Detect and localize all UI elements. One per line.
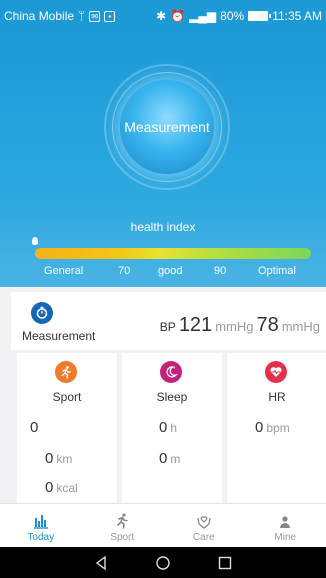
distance-unit: km [56, 452, 73, 466]
diastolic-unit: mmHg [281, 319, 320, 334]
recent-apps-icon[interactable] [217, 555, 233, 571]
diastolic-value: 78 [256, 314, 279, 336]
sleep-minutes: 0 m [159, 450, 180, 467]
scale-label-70: 70 [118, 265, 131, 277]
tab-today-label: Today [27, 532, 55, 543]
systolic-unit: mmHg [215, 319, 254, 334]
tab-mine[interactable]: Mine [245, 504, 326, 547]
minutes-value: 0 [159, 450, 168, 467]
sport-distance: 0 km [45, 450, 72, 467]
heart-pulse-icon [265, 361, 287, 383]
sport-title: Sport [52, 390, 82, 404]
notification-icons: ᛘ ✉ ▪ [78, 9, 116, 23]
health-index-label: health index [130, 220, 196, 234]
measurement-label: Measurement [22, 329, 96, 343]
orb-label: Measurement [124, 119, 210, 135]
clock: 11:35 AM [272, 9, 322, 23]
status-right: ✱ ⏰ ▂▄▆ 80% 11:35 AM [156, 9, 322, 23]
sport-steps: 0 [30, 419, 38, 436]
tab-sport[interactable]: Sport [82, 504, 164, 547]
bar-chart-icon [33, 515, 48, 529]
sleep-card[interactable]: Sleep 0 h 0 m [122, 353, 222, 503]
bottom-tab-bar: Today Sport Care Mine [0, 503, 326, 547]
battery-percent: 80% [220, 9, 245, 23]
scale-label-good: good [158, 265, 183, 277]
tab-care[interactable]: Care [163, 504, 245, 547]
measurement-orb-button[interactable]: Measurement [120, 80, 214, 174]
steps-value: 0 [30, 419, 39, 436]
hr-card[interactable]: HR 0 bpm [227, 353, 326, 503]
hours-value: 0 [159, 419, 168, 436]
alarm-icon: ⏰ [170, 9, 186, 23]
tab-mine-label: Mine [274, 532, 297, 543]
systolic-value: 121 [178, 314, 213, 336]
tab-sport-label: Sport [110, 532, 135, 543]
image-icon: ▪ [104, 10, 116, 22]
tab-today[interactable]: Today [0, 504, 82, 547]
scale-label-optimal: Optimal [258, 265, 296, 277]
distance-value: 0 [45, 450, 54, 467]
health-index-marker [32, 237, 38, 245]
calories-unit: kcal [56, 481, 78, 495]
sport-calories: 0 kcal [45, 479, 78, 496]
signal-icon: ▂▄▆ [189, 9, 217, 23]
hr-reading: 0 bpm [255, 419, 290, 436]
health-hero: Measurement health index General 70 good… [0, 32, 326, 287]
home-icon[interactable] [155, 555, 171, 571]
hours-unit: h [170, 421, 178, 435]
carrier-name: China Mobile [4, 9, 75, 23]
sleep-hours: 0 h [159, 419, 177, 436]
scale-labels: General 70 good 90 Optimal [0, 265, 326, 279]
minutes-unit: m [170, 452, 181, 466]
measurement-card[interactable]: Measurement BP 121 mmHg 78 mmHg [11, 292, 326, 350]
calories-value: 0 [45, 479, 54, 496]
bluetooth-icon: ✱ [156, 9, 167, 23]
running-icon [55, 361, 77, 383]
battery-icon [248, 11, 272, 21]
health-index-scale [35, 248, 311, 259]
message-icon: ✉ [89, 10, 101, 22]
blood-pressure-readout: BP 121 mmHg 78 mmHg [160, 314, 320, 337]
sport-card[interactable]: Sport 0 0 km 0 kcal [17, 353, 117, 503]
moon-icon [160, 361, 182, 383]
hr-value: 0 [255, 419, 264, 436]
scale-label-general: General [44, 265, 84, 277]
stopwatch-icon [31, 302, 53, 324]
bp-prefix: BP [159, 320, 176, 334]
system-navigation-bar [0, 547, 326, 578]
sleep-title: Sleep [156, 390, 188, 404]
person-icon [280, 516, 291, 528]
back-icon[interactable] [93, 555, 109, 571]
tab-care-label: Care [192, 532, 215, 543]
heart-hands-icon [197, 516, 211, 529]
hr-title: HR [268, 390, 286, 404]
status-bar: China Mobile ᛘ ✉ ▪ ✱ ⏰ ▂▄▆ 80% 11:35 AM [0, 0, 326, 32]
usb-icon: ᛘ [78, 9, 86, 23]
running-icon [117, 513, 129, 529]
hr-unit: bpm [266, 421, 290, 435]
scale-label-90: 90 [214, 265, 227, 277]
